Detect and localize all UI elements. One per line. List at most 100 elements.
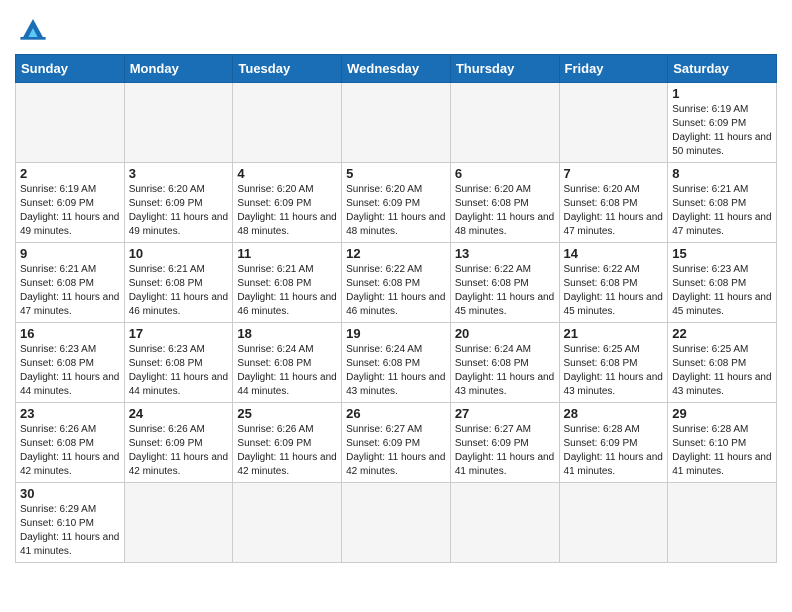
calendar-cell: 23 Sunrise: 6:26 AMSunset: 6:08 PMDayligh… xyxy=(16,403,125,483)
day-number: 15 xyxy=(672,246,772,261)
calendar-header-row: SundayMondayTuesdayWednesdayThursdayFrid… xyxy=(16,55,777,83)
day-info: Sunrise: 6:25 AMSunset: 6:08 PMDaylight:… xyxy=(672,343,772,399)
calendar-week-5: 23 Sunrise: 6:26 AMSunset: 6:08 PMDayligh… xyxy=(16,403,777,483)
day-number: 17 xyxy=(129,326,229,341)
day-info: Sunrise: 6:21 AMSunset: 6:08 PMDaylight:… xyxy=(672,183,772,239)
calendar-header-sunday: Sunday xyxy=(16,55,125,83)
day-info: Sunrise: 6:23 AMSunset: 6:08 PMDaylight:… xyxy=(672,263,772,319)
day-number: 18 xyxy=(237,326,337,341)
calendar-cell: 14Sunrise: 6:22 AMSunset: 6:08 PMDayligh… xyxy=(559,243,668,323)
day-info: Sunrise: 6:22 AMSunset: 6:08 PMDaylight:… xyxy=(455,263,555,319)
calendar-header-monday: Monday xyxy=(124,55,233,83)
calendar-cell: 19 Sunrise: 6:24 AMSunset: 6:08 PMDayligh… xyxy=(342,323,451,403)
day-info: Sunrise: 6:21 AMSunset: 6:08 PMDaylight:… xyxy=(20,263,120,319)
generalblue-logo-icon xyxy=(15,10,51,46)
day-info: Sunrise: 6:23 AMSunset: 6:08 PMDaylight:… xyxy=(129,343,229,399)
day-info: Sunrise: 6:20 AMSunset: 6:09 PMDaylight:… xyxy=(129,183,229,239)
day-number: 26 xyxy=(346,406,446,421)
calendar-cell xyxy=(668,483,777,563)
day-number: 5 xyxy=(346,166,446,181)
calendar-cell xyxy=(233,83,342,163)
calendar-cell xyxy=(450,483,559,563)
calendar-cell: 9 Sunrise: 6:21 AMSunset: 6:08 PMDaylight… xyxy=(16,243,125,323)
day-number: 30 xyxy=(20,486,120,501)
calendar-cell: 12Sunrise: 6:22 AMSunset: 6:08 PMDayligh… xyxy=(342,243,451,323)
logo xyxy=(15,10,55,46)
day-number: 4 xyxy=(237,166,337,181)
calendar-cell: 28Sunrise: 6:28 AMSunset: 6:09 PMDayligh… xyxy=(559,403,668,483)
day-info: Sunrise: 6:24 AMSunset: 6:08 PMDaylight:… xyxy=(237,343,337,399)
day-number: 22 xyxy=(672,326,772,341)
calendar-cell xyxy=(559,483,668,563)
day-info: Sunrise: 6:28 AMSunset: 6:10 PMDaylight:… xyxy=(672,423,772,479)
calendar-cell: 15 Sunrise: 6:23 AMSunset: 6:08 PMDayligh… xyxy=(668,243,777,323)
day-number: 19 xyxy=(346,326,446,341)
day-number: 1 xyxy=(672,86,772,101)
calendar-cell: 21Sunrise: 6:25 AMSunset: 6:08 PMDayligh… xyxy=(559,323,668,403)
day-number: 24 xyxy=(129,406,229,421)
calendar-cell: 4Sunrise: 6:20 AMSunset: 6:09 PMDaylight… xyxy=(233,163,342,243)
day-number: 7 xyxy=(564,166,664,181)
day-number: 9 xyxy=(20,246,120,261)
day-info: Sunrise: 6:19 AMSunset: 6:09 PMDaylight:… xyxy=(672,103,772,159)
calendar-cell xyxy=(450,83,559,163)
calendar-cell: 13 Sunrise: 6:22 AMSunset: 6:08 PMDayligh… xyxy=(450,243,559,323)
day-number: 29 xyxy=(672,406,772,421)
day-info: Sunrise: 6:20 AMSunset: 6:09 PMDaylight:… xyxy=(346,183,446,239)
day-info: Sunrise: 6:21 AMSunset: 6:08 PMDaylight:… xyxy=(129,263,229,319)
calendar-cell xyxy=(559,83,668,163)
day-info: Sunrise: 6:27 AMSunset: 6:09 PMDaylight:… xyxy=(346,423,446,479)
calendar-cell: 2Sunrise: 6:19 AMSunset: 6:09 PMDaylight… xyxy=(16,163,125,243)
calendar-cell: 20Sunrise: 6:24 AMSunset: 6:08 PMDayligh… xyxy=(450,323,559,403)
day-info: Sunrise: 6:25 AMSunset: 6:08 PMDaylight:… xyxy=(564,343,664,399)
calendar-week-2: 2Sunrise: 6:19 AMSunset: 6:09 PMDaylight… xyxy=(16,163,777,243)
day-number: 28 xyxy=(564,406,664,421)
calendar-cell xyxy=(124,83,233,163)
day-info: Sunrise: 6:27 AMSunset: 6:09 PMDaylight:… xyxy=(455,423,555,479)
day-info: Sunrise: 6:29 AMSunset: 6:10 PMDaylight:… xyxy=(20,503,120,559)
day-number: 11 xyxy=(237,246,337,261)
calendar-cell: 16Sunrise: 6:23 AMSunset: 6:08 PMDayligh… xyxy=(16,323,125,403)
calendar-header-saturday: Saturday xyxy=(668,55,777,83)
calendar-cell xyxy=(233,483,342,563)
day-number: 10 xyxy=(129,246,229,261)
calendar-header-thursday: Thursday xyxy=(450,55,559,83)
calendar-header-wednesday: Wednesday xyxy=(342,55,451,83)
calendar-cell xyxy=(342,483,451,563)
day-info: Sunrise: 6:26 AMSunset: 6:09 PMDaylight:… xyxy=(129,423,229,479)
calendar-cell: 5 Sunrise: 6:20 AMSunset: 6:09 PMDaylight… xyxy=(342,163,451,243)
day-number: 13 xyxy=(455,246,555,261)
calendar-header-friday: Friday xyxy=(559,55,668,83)
day-info: Sunrise: 6:26 AMSunset: 6:09 PMDaylight:… xyxy=(237,423,337,479)
day-number: 27 xyxy=(455,406,555,421)
calendar-cell: 29 Sunrise: 6:28 AMSunset: 6:10 PMDayligh… xyxy=(668,403,777,483)
calendar-week-6: 30 Sunrise: 6:29 AMSunset: 6:10 PMDayligh… xyxy=(16,483,777,563)
page: SundayMondayTuesdayWednesdayThursdayFrid… xyxy=(0,0,792,573)
day-info: Sunrise: 6:22 AMSunset: 6:08 PMDaylight:… xyxy=(564,263,664,319)
calendar-cell xyxy=(342,83,451,163)
calendar-cell: 26 Sunrise: 6:27 AMSunset: 6:09 PMDayligh… xyxy=(342,403,451,483)
day-number: 23 xyxy=(20,406,120,421)
calendar-cell: 17 Sunrise: 6:23 AMSunset: 6:08 PMDayligh… xyxy=(124,323,233,403)
day-info: Sunrise: 6:21 AMSunset: 6:08 PMDaylight:… xyxy=(237,263,337,319)
day-number: 20 xyxy=(455,326,555,341)
calendar-cell: 22 Sunrise: 6:25 AMSunset: 6:08 PMDayligh… xyxy=(668,323,777,403)
day-info: Sunrise: 6:26 AMSunset: 6:08 PMDaylight:… xyxy=(20,423,120,479)
calendar-table: SundayMondayTuesdayWednesdayThursdayFrid… xyxy=(15,54,777,563)
calendar-cell xyxy=(16,83,125,163)
calendar-cell: 18 Sunrise: 6:24 AMSunset: 6:08 PMDayligh… xyxy=(233,323,342,403)
day-info: Sunrise: 6:24 AMSunset: 6:08 PMDaylight:… xyxy=(346,343,446,399)
day-info: Sunrise: 6:20 AMSunset: 6:08 PMDaylight:… xyxy=(564,183,664,239)
calendar-cell: 3 Sunrise: 6:20 AMSunset: 6:09 PMDaylight… xyxy=(124,163,233,243)
calendar-cell: 11 Sunrise: 6:21 AMSunset: 6:08 PMDayligh… xyxy=(233,243,342,323)
calendar-cell: 1 Sunrise: 6:19 AMSunset: 6:09 PMDaylight… xyxy=(668,83,777,163)
header xyxy=(15,10,777,46)
calendar-cell: 6Sunrise: 6:20 AMSunset: 6:08 PMDaylight… xyxy=(450,163,559,243)
calendar-cell: 10 Sunrise: 6:21 AMSunset: 6:08 PMDayligh… xyxy=(124,243,233,323)
day-number: 16 xyxy=(20,326,120,341)
day-number: 8 xyxy=(672,166,772,181)
calendar-week-4: 16 Sunrise: 6:23 AMSunset: 6:08 PMDayligh… xyxy=(16,323,777,403)
calendar-week-3: 9 Sunrise: 6:21 AMSunset: 6:08 PMDaylight… xyxy=(16,243,777,323)
day-number: 3 xyxy=(129,166,229,181)
day-number: 25 xyxy=(237,406,337,421)
